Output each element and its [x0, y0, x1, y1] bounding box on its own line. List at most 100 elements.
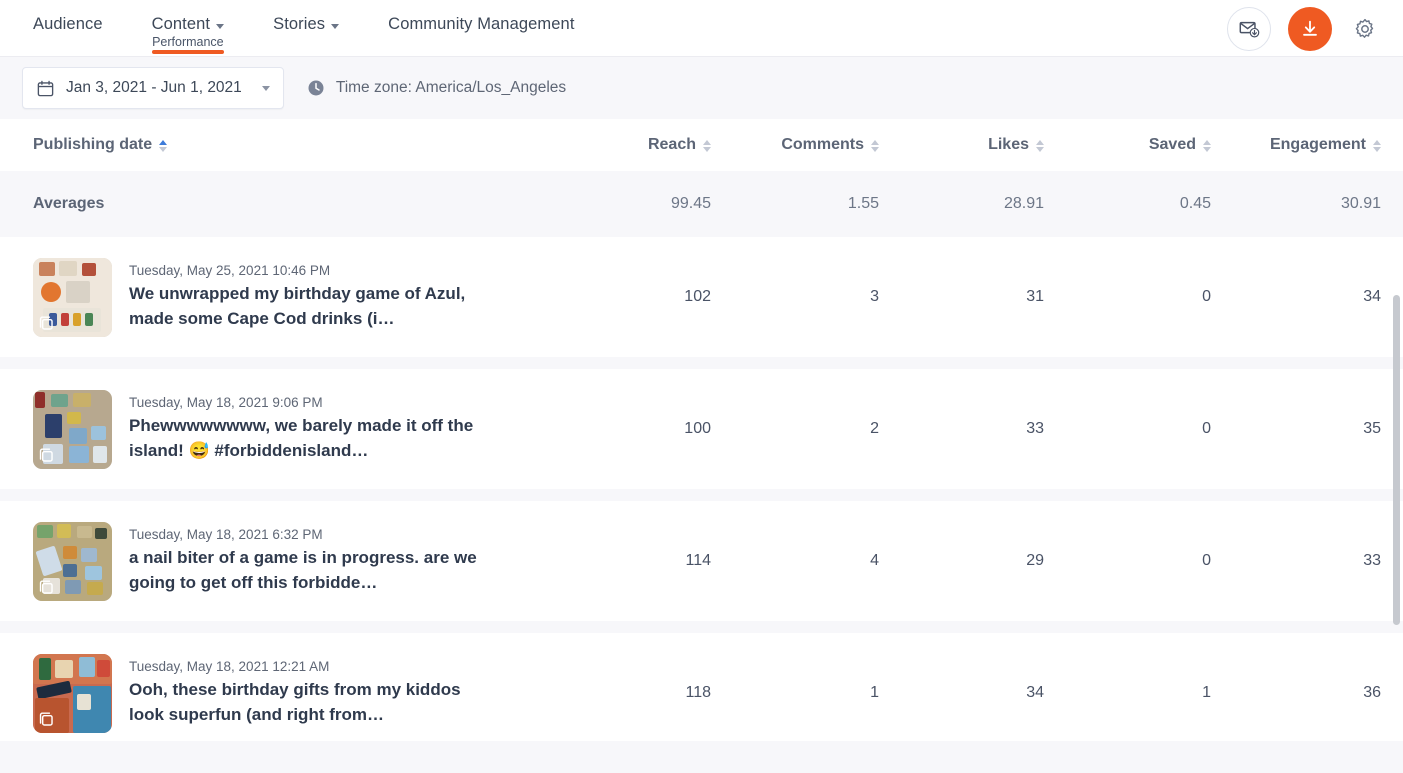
chevron-down-icon: [216, 24, 224, 29]
table-row[interactable]: Tuesday, May 18, 2021 12:21 AM Ooh, thes…: [0, 633, 1403, 741]
timezone-label: Time zone: America/Los_Angeles: [336, 79, 566, 97]
sort-toggle-comments[interactable]: [871, 139, 879, 152]
date-range-picker[interactable]: Jan 3, 2021 - Jun 1, 2021: [22, 67, 284, 109]
column-header-reach-label: Reach: [648, 136, 696, 154]
sort-asc-icon: [703, 140, 711, 145]
nav-item-community-management-top: Community Management: [388, 15, 574, 34]
post-cell[interactable]: Tuesday, May 18, 2021 9:06 PM Phewwwwwww…: [33, 390, 591, 469]
post-cell[interactable]: Tuesday, May 18, 2021 12:21 AM Ooh, thes…: [33, 654, 591, 733]
nav-item-stories[interactable]: Stories: [273, 0, 339, 57]
column-header-reach[interactable]: Reach: [591, 136, 711, 154]
timezone-indicator: Time zone: America/Los_Angeles: [306, 78, 566, 98]
post-thumbnail[interactable]: [33, 654, 112, 733]
cell-engagement: 34: [1211, 288, 1381, 306]
cell-saved: 0: [1044, 420, 1211, 438]
column-header-saved-label: Saved: [1149, 136, 1196, 154]
sort-asc-icon: [871, 140, 879, 145]
table-body: Tuesday, May 25, 2021 10:46 PM We unwrap…: [0, 237, 1403, 741]
post-thumbnail[interactable]: [33, 390, 112, 469]
column-header-publishing-date-label: Publishing date: [33, 136, 152, 154]
averages-reach: 99.45: [591, 195, 711, 213]
sort-toggle-likes[interactable]: [1036, 139, 1044, 152]
cell-likes: 34: [879, 684, 1044, 702]
nav-item-community-management[interactable]: Community Management: [388, 0, 574, 57]
cell-reach: 118: [591, 684, 711, 702]
sort-desc-icon: [1036, 147, 1044, 152]
column-header-publishing-date[interactable]: Publishing date: [33, 136, 591, 154]
sort-toggle-saved[interactable]: [1203, 139, 1211, 152]
averages-label: Averages: [33, 195, 591, 213]
post-thumbnail[interactable]: [33, 522, 112, 601]
post-info: Tuesday, May 18, 2021 6:32 PM a nail bit…: [129, 527, 489, 595]
sort-asc-icon: [1203, 140, 1211, 145]
top-bar-actions: [1227, 0, 1381, 57]
cell-reach: 114: [591, 552, 711, 570]
nav-item-content-sublabel: Performance: [152, 35, 224, 49]
sort-desc-icon: [703, 147, 711, 152]
sort-toggle-reach[interactable]: [703, 139, 711, 152]
sort-toggle-engagement[interactable]: [1373, 139, 1381, 152]
post-publish-date: Tuesday, May 18, 2021 9:06 PM: [129, 395, 489, 410]
active-tab-underline: [152, 50, 224, 54]
sort-asc-icon: [159, 140, 167, 145]
column-header-likes[interactable]: Likes: [879, 136, 1044, 154]
sort-desc-icon: [159, 147, 167, 152]
nav-item-audience-top: Audience: [33, 15, 103, 34]
nav-item-audience-label: Audience: [33, 15, 103, 34]
post-publish-date: Tuesday, May 18, 2021 6:32 PM: [129, 527, 489, 542]
download-button[interactable]: [1288, 7, 1332, 51]
column-header-engagement[interactable]: Engagement: [1211, 136, 1381, 154]
performance-table: Publishing date Reach Comments: [0, 119, 1403, 741]
column-header-saved[interactable]: Saved: [1044, 136, 1211, 154]
post-cell[interactable]: Tuesday, May 25, 2021 10:46 PM We unwrap…: [33, 258, 591, 337]
analytics-page: Audience Content Performance Stories: [0, 0, 1403, 773]
clock-icon: [306, 78, 326, 98]
post-info: Tuesday, May 18, 2021 12:21 AM Ooh, thes…: [129, 659, 489, 727]
post-caption: Ooh, these birthday gifts from my kiddos…: [129, 678, 489, 727]
nav-item-content[interactable]: Content Performance: [152, 0, 225, 57]
table-header-row: Publishing date Reach Comments: [0, 119, 1403, 171]
cell-reach: 100: [591, 420, 711, 438]
averages-likes: 28.91: [879, 195, 1044, 213]
post-cell[interactable]: Tuesday, May 18, 2021 6:32 PM a nail bit…: [33, 522, 591, 601]
cell-comments: 1: [711, 684, 879, 702]
sort-desc-icon: [871, 147, 879, 152]
cell-likes: 29: [879, 552, 1044, 570]
sort-desc-icon: [1203, 147, 1211, 152]
post-publish-date: Tuesday, May 18, 2021 12:21 AM: [129, 659, 489, 674]
download-icon: [1299, 18, 1321, 40]
cell-engagement: 36: [1211, 684, 1381, 702]
cell-likes: 31: [879, 288, 1044, 306]
table-row[interactable]: Tuesday, May 18, 2021 9:06 PM Phewwwwwww…: [0, 369, 1403, 489]
gear-icon: [1353, 17, 1377, 41]
settings-button[interactable]: [1349, 13, 1381, 45]
carousel-icon: [38, 711, 55, 728]
column-header-comments[interactable]: Comments: [711, 136, 879, 154]
scrollbar-thumb[interactable]: [1393, 295, 1400, 625]
post-info: Tuesday, May 25, 2021 10:46 PM We unwrap…: [129, 263, 489, 331]
filter-bar: Jan 3, 2021 - Jun 1, 2021 Time zone: Ame…: [0, 57, 1403, 119]
carousel-icon: [38, 315, 55, 332]
cell-saved: 0: [1044, 288, 1211, 306]
cell-engagement: 33: [1211, 552, 1381, 570]
sort-asc-icon: [1373, 140, 1381, 145]
cell-engagement: 35: [1211, 420, 1381, 438]
chevron-down-icon: [262, 86, 270, 91]
calendar-icon: [36, 79, 55, 98]
column-header-comments-label: Comments: [781, 136, 864, 154]
table-row[interactable]: Tuesday, May 18, 2021 6:32 PM a nail bit…: [0, 501, 1403, 621]
averages-row: Averages 99.45 1.55 28.91 0.45 30.91: [0, 171, 1403, 237]
table-row[interactable]: Tuesday, May 25, 2021 10:46 PM We unwrap…: [0, 237, 1403, 357]
vertical-scrollbar[interactable]: [1391, 237, 1400, 741]
cell-saved: 0: [1044, 552, 1211, 570]
cell-comments: 2: [711, 420, 879, 438]
cell-comments: 3: [711, 288, 879, 306]
nav-item-content-top: Content: [152, 15, 225, 34]
column-header-likes-label: Likes: [988, 136, 1029, 154]
email-report-button[interactable]: [1227, 7, 1271, 51]
cell-comments: 4: [711, 552, 879, 570]
post-publish-date: Tuesday, May 25, 2021 10:46 PM: [129, 263, 489, 278]
post-thumbnail[interactable]: [33, 258, 112, 337]
sort-toggle-publishing-date[interactable]: [159, 139, 167, 152]
nav-item-audience[interactable]: Audience: [33, 0, 103, 57]
